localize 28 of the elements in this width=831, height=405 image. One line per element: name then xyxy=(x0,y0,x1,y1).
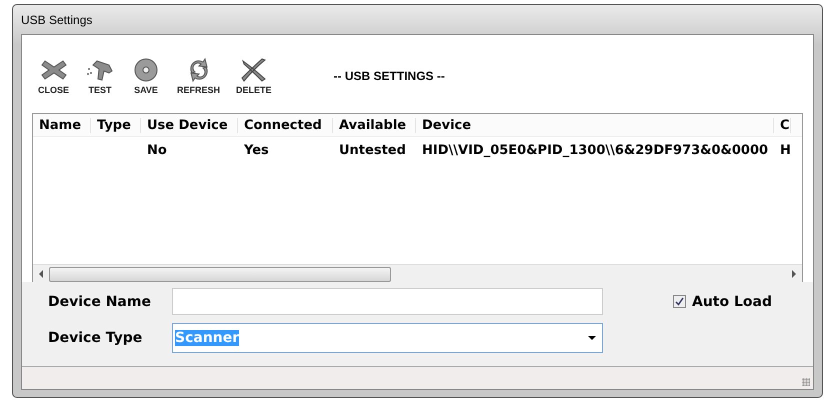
device-name-field[interactable] xyxy=(172,288,603,315)
table-cell-text: Yes xyxy=(243,142,270,158)
field-label: Device Name xyxy=(48,294,152,310)
column-header[interactable]: Available xyxy=(333,118,416,132)
column-header[interactable]: Device xyxy=(416,118,774,132)
column-header[interactable]: C xyxy=(774,118,791,132)
toolbar-button[interactable]: DELETE xyxy=(232,57,276,95)
field-label: Device Type xyxy=(48,330,144,346)
dropdown-caret-icon xyxy=(588,336,596,340)
window-title: USB Settings xyxy=(21,12,92,26)
horizontal-scrollbar[interactable] xyxy=(33,264,802,282)
table-cell-text: HID\\VID_05E0&PID_1300\\6&29DF973&0&0000 xyxy=(421,142,770,158)
table-cell-text: Untested xyxy=(338,142,407,158)
checkbox[interactable] xyxy=(673,295,686,308)
column-header[interactable]: Use Device xyxy=(141,118,238,132)
table-cell-text: H xyxy=(779,142,791,158)
resize-grip-icon[interactable] xyxy=(802,378,810,386)
column-header[interactable]: Connected xyxy=(238,118,333,132)
cross-icon xyxy=(238,57,269,83)
section-heading: -- USB SETTINGS -- xyxy=(334,69,445,83)
column-header[interactable]: Name xyxy=(33,118,91,132)
toolbar-button[interactable]: REFRESH xyxy=(173,57,224,95)
toolbar-button[interactable]: TEST xyxy=(81,57,120,95)
table-cell-text: No xyxy=(146,142,168,158)
checkbox-label: Auto Load xyxy=(692,294,772,310)
toolbar-button[interactable]: SAVE xyxy=(127,57,166,95)
toolbar-button[interactable]: CLOSE xyxy=(34,57,74,95)
column-header[interactable]: Type xyxy=(91,118,141,132)
